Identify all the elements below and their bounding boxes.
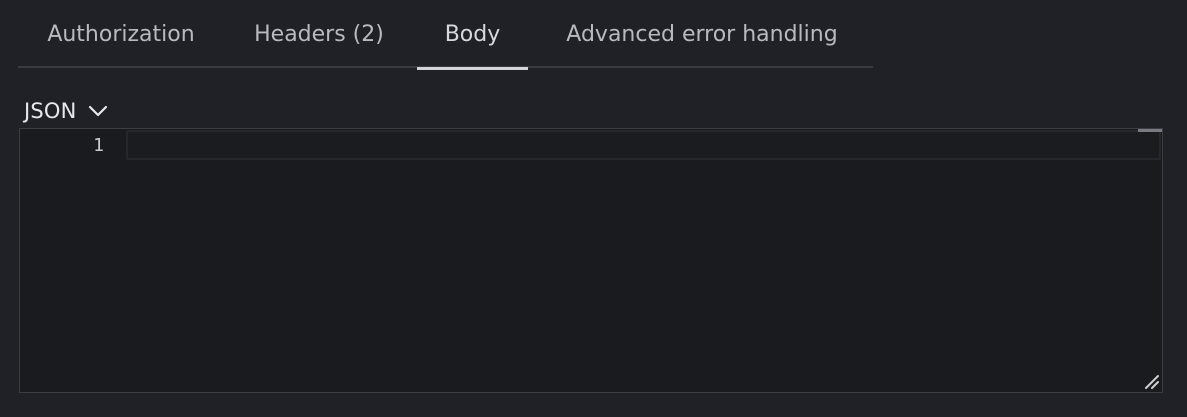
resize-handle-icon[interactable] [1142,372,1160,390]
active-tab-indicator [417,67,528,70]
request-tabs: Authorization Headers (2) Body Advanced … [18,0,873,70]
editor-current-line[interactable] [126,130,1161,160]
tab-advanced-error-handling[interactable]: Advanced error handling [549,0,855,68]
tab-body[interactable]: Body [417,0,528,70]
chevron-down-icon [88,105,107,117]
body-format-label: JSON [24,99,77,123]
body-format-select[interactable]: JSON [24,95,110,127]
tab-authorization[interactable]: Authorization [28,0,214,68]
line-number: 1 [93,135,104,156]
editor-scrollbar-thumb[interactable] [1138,129,1162,132]
tab-body-label: Body [444,21,501,47]
line-number-gutter: 1 [20,129,120,392]
json-body-editor[interactable]: 1 [19,128,1163,393]
tab-headers[interactable]: Headers (2) [246,0,392,68]
